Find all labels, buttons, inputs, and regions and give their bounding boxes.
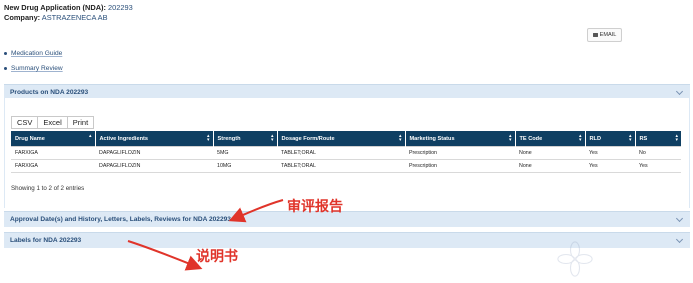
- cell-rld: Yes: [585, 146, 635, 160]
- sort-icon[interactable]: ▴ ▾: [207, 134, 210, 143]
- table-row: FARXIGA DAPAGLIFLOZIN 5MG TABLET;ORAL Pr…: [11, 146, 681, 160]
- cell-drug-name: FARXIGA: [11, 146, 95, 160]
- application-info: New Drug Application (NDA): 202293 Compa…: [4, 3, 133, 22]
- sort-icon[interactable]: ▴ ▾: [271, 134, 274, 143]
- export-buttons: CSV Excel Print: [11, 116, 95, 129]
- column-header-rs[interactable]: RS ▴ ▾: [635, 131, 681, 147]
- sort-icon[interactable]: ▴: [89, 134, 92, 139]
- sort-icon[interactable]: ▴ ▾: [629, 134, 632, 143]
- column-header-rld[interactable]: RLD ▴ ▾: [585, 131, 636, 147]
- cell-marketing-status: Prescription: [405, 146, 515, 160]
- column-header-active-ingredients[interactable]: Active Ingredients ▴ ▾: [95, 131, 214, 147]
- table-header-row: Drug Name ▴ Active Ingredients ▴ ▾ Strength…: [11, 131, 681, 147]
- excel-button[interactable]: Excel: [37, 116, 68, 129]
- cell-te-code: None: [515, 146, 585, 160]
- cell-rld: Yes: [585, 159, 635, 173]
- cell-drug-name: FARXIGA: [11, 159, 95, 173]
- chevron-down-icon[interactable]: [675, 87, 684, 96]
- cell-strength: 10MG: [213, 159, 277, 173]
- column-header-strength[interactable]: Strength ▴ ▾: [213, 131, 278, 147]
- summary-review-link[interactable]: Summary Review: [11, 65, 63, 72]
- list-item: Summary Review: [4, 65, 63, 72]
- cell-active-ingredients: DAPAGLIFLOZIN: [95, 159, 213, 173]
- products-panel-title: Products on NDA 202293: [10, 88, 89, 96]
- page: New Drug Application (NDA): 202293 Compa…: [0, 0, 693, 283]
- sort-icon[interactable]: ▴ ▾: [579, 134, 582, 143]
- company-label: Company:: [4, 12, 41, 22]
- sort-icon[interactable]: ▴ ▾: [675, 134, 678, 143]
- cell-dosage-form: TABLET;ORAL: [277, 146, 405, 160]
- column-header-dosage-form[interactable]: Dosage Form/Route ▴ ▾: [277, 131, 406, 147]
- envelope-icon: [592, 33, 598, 37]
- sort-icon[interactable]: ▴ ▾: [399, 134, 402, 143]
- cell-marketing-status: Prescription: [405, 159, 515, 173]
- email-button[interactable]: EMAIL: [587, 28, 622, 42]
- column-header-drug-name[interactable]: Drug Name ▴: [11, 131, 96, 147]
- cell-rs: No: [635, 146, 681, 160]
- cell-dosage-form: TABLET;ORAL: [277, 159, 405, 173]
- csv-button[interactable]: CSV: [11, 116, 39, 129]
- table-entries-info: Showing 1 to 2 of 2 entries: [11, 185, 85, 192]
- nda-line: New Drug Application (NDA): 202293: [4, 3, 133, 13]
- products-panel-header[interactable]: Products on NDA 202293: [4, 84, 690, 99]
- table-row: FARXIGA DAPAGLIFLOZIN 10MG TABLET;ORAL P…: [11, 159, 681, 173]
- list-item: Medication Guide: [4, 50, 63, 57]
- chevron-down-icon[interactable]: [675, 214, 684, 223]
- bullet-icon: [4, 67, 7, 70]
- cell-active-ingredients: DAPAGLIFLOZIN: [95, 146, 213, 160]
- products-table: Drug Name ▴ Active Ingredients ▴ ▾ Strength…: [11, 131, 681, 173]
- cell-te-code: None: [515, 159, 585, 173]
- nda-value: 202293: [108, 3, 133, 12]
- company-value: ASTRAZENECA AB: [41, 12, 108, 22]
- cell-rs: Yes: [635, 159, 681, 173]
- print-button[interactable]: Print: [66, 116, 95, 129]
- approval-panel-title: Approval Date(s) and History, Letters, L…: [10, 216, 231, 223]
- column-header-marketing-status[interactable]: Marketing Status ▴ ▾: [405, 131, 516, 147]
- sort-icon[interactable]: ▴ ▾: [509, 134, 512, 143]
- medication-guide-link[interactable]: Medication Guide: [11, 50, 62, 57]
- column-header-te-code[interactable]: TE Code ▴ ▾: [515, 131, 586, 147]
- email-button-label: EMAIL: [599, 32, 617, 38]
- cell-strength: 5MG: [213, 146, 277, 160]
- bullet-icon: [4, 52, 7, 55]
- watermark-flower-icon: [557, 241, 593, 277]
- company-line: Company: ASTRAZENECA AB: [4, 13, 133, 23]
- labels-panel-title: Labels for NDA 202293: [10, 237, 82, 244]
- nda-label: New Drug Application (NDA):: [4, 3, 106, 12]
- approval-panel-header[interactable]: Approval Date(s) and History, Letters, L…: [4, 211, 690, 227]
- instructions-annotation: 说明书: [196, 249, 238, 265]
- chevron-down-icon[interactable]: [675, 235, 684, 244]
- document-links: Medication Guide Summary Review: [4, 50, 63, 80]
- review-report-annotation: 审评报告: [287, 199, 343, 215]
